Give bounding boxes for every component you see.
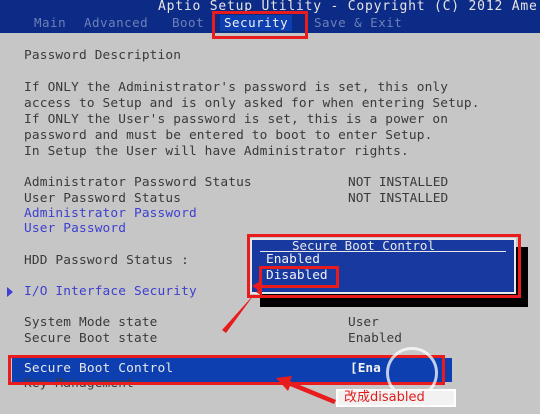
arrow-left-icon	[276, 376, 336, 404]
arrow-up-icon	[222, 280, 262, 333]
annotation-arrows	[222, 280, 336, 404]
annotation-label: 改成disabled	[336, 389, 456, 407]
